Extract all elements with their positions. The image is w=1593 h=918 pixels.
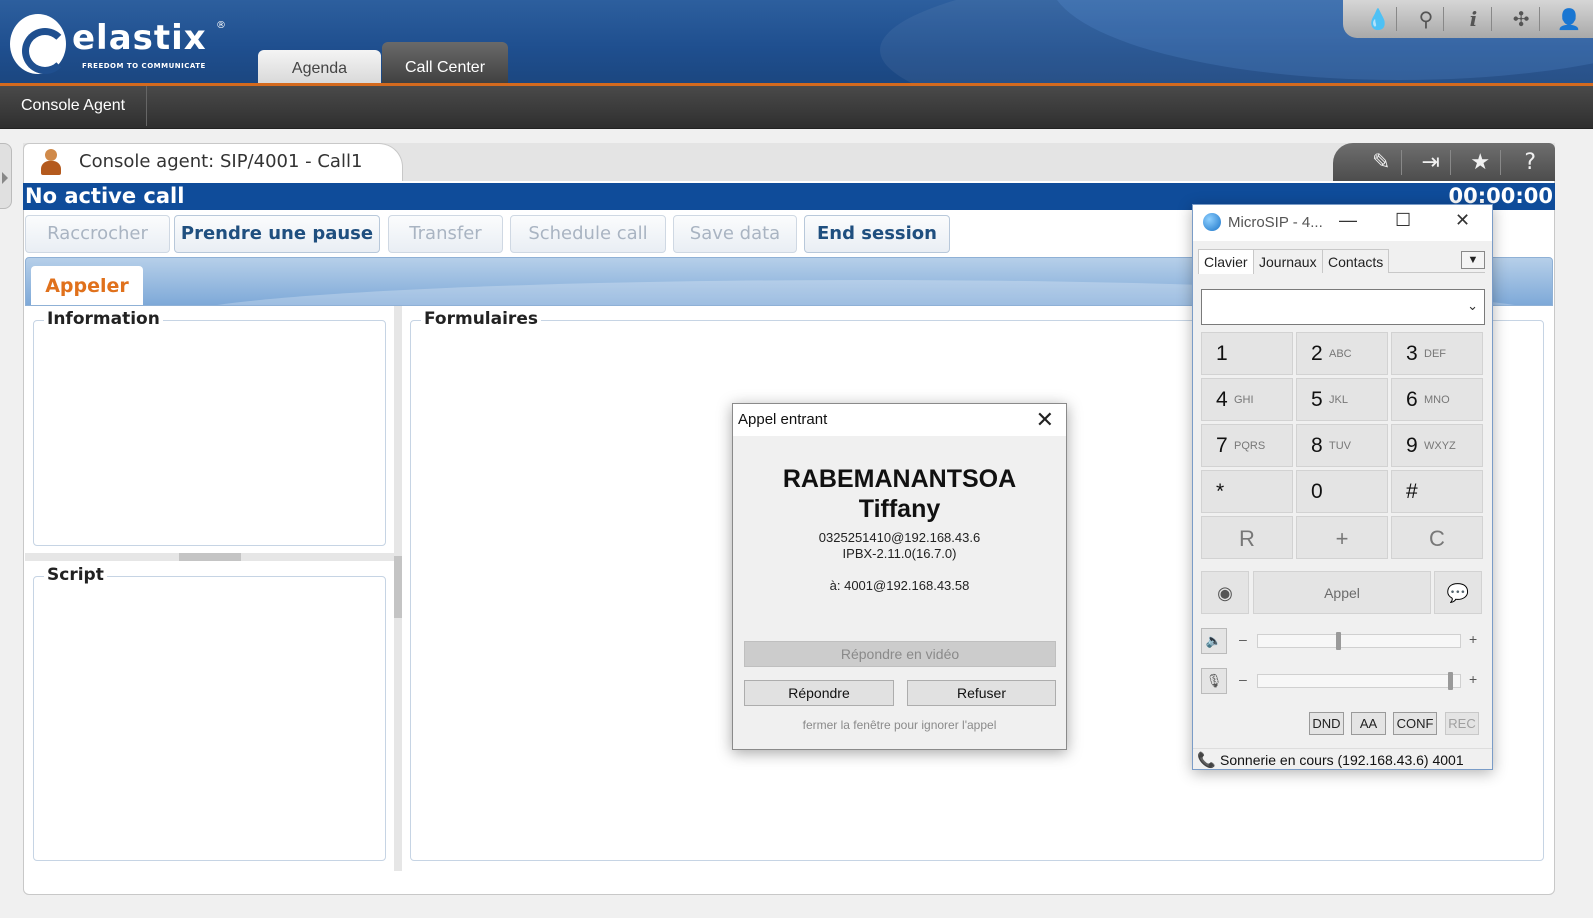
transfer-button[interactable]: Transfer [388, 215, 503, 253]
key-7[interactable]: 7 PQRS [1201, 424, 1293, 467]
elastix-logo[interactable]: elastix ® FREEDOM TO COMMUNICATE [10, 14, 230, 78]
sub-navigation: Console Agent [0, 86, 1593, 129]
key-5[interactable]: 5 JKL [1296, 378, 1388, 421]
answer-button[interactable]: Répondre [744, 680, 894, 706]
take-break-button[interactable]: Prendre une pause [174, 215, 380, 253]
horizontal-splitter[interactable] [25, 553, 399, 561]
menu-dropdown-icon[interactable]: ▼ [1461, 251, 1485, 269]
mic-volume-row: 🎙 – + [1201, 668, 1485, 694]
module-title: Console agent: SIP/4001 - Call1 [79, 151, 363, 172]
star-icon[interactable]: ★ [1461, 149, 1501, 175]
script-panel: Script [33, 565, 386, 861]
hangup-button[interactable]: Raccrocher [25, 215, 170, 253]
module-toolbar: ✎ ⇥ ★ ? [1333, 143, 1555, 181]
microsip-title: MicroSIP - 4... [1228, 214, 1323, 231]
answer-video-button[interactable]: Répondre en vidéo [744, 641, 1056, 667]
key-clear[interactable]: C [1391, 516, 1483, 559]
message-icon[interactable]: 💬 [1434, 571, 1482, 614]
call-status-text: No active call [25, 184, 185, 208]
key-6[interactable]: 6 MNO [1391, 378, 1483, 421]
drop-icon[interactable]: 💧 [1361, 7, 1397, 31]
caller-user-agent: IPBX-2.11.0(16.7.0) [842, 546, 957, 561]
key-1[interactable]: 1 [1201, 332, 1293, 375]
key-redial[interactable]: R [1201, 516, 1293, 559]
save-data-button[interactable]: Save data [673, 215, 797, 253]
video-call-icon[interactable]: ◉ [1201, 571, 1249, 614]
key-hash[interactable]: # [1391, 470, 1483, 513]
minimize-icon[interactable]: — [1339, 210, 1357, 231]
speaker-volume-thumb[interactable] [1336, 632, 1341, 650]
microsip-window: MicroSIP - 4... — ☐ ✕ Clavier Journaux C… [1192, 204, 1493, 770]
tab-agenda[interactable]: Agenda [258, 50, 381, 86]
microsip-tabs: Clavier Journaux Contacts [1198, 249, 1485, 274]
ringing-phone-icon: 📞 [1197, 752, 1216, 769]
logout-icon[interactable]: ⇥ [1411, 149, 1452, 175]
close-icon[interactable]: ✕ [1036, 407, 1054, 433]
key-star[interactable]: * [1201, 470, 1293, 513]
dnd-button[interactable]: DND [1309, 712, 1344, 735]
dismiss-hint: fermer la fenêtre pour ignorer l'appel [802, 718, 997, 732]
call-button[interactable]: Appel [1253, 571, 1431, 614]
speaker-volume-slider[interactable] [1257, 632, 1461, 650]
caller-uri: 0325251410@192.168.43.6 [818, 530, 981, 545]
dial-number-input[interactable]: ⌄ [1201, 289, 1485, 325]
mic-volume-slider[interactable] [1257, 672, 1461, 690]
microphone-icon[interactable]: 🎙 [1201, 668, 1227, 694]
dialog-title: Appel entrant [738, 411, 828, 428]
maximize-icon[interactable]: ☐ [1395, 210, 1411, 231]
formulaires-legend: Formulaires [421, 309, 541, 329]
key-9[interactable]: 9 WXYZ [1391, 424, 1483, 467]
tab-journaux[interactable]: Journaux [1253, 249, 1323, 273]
module-title-tab: Console agent: SIP/4001 - Call1 [23, 143, 403, 181]
edit-icon[interactable]: ✎ [1362, 149, 1402, 175]
help-icon[interactable]: ? [1510, 150, 1550, 175]
puzzle-icon[interactable]: ✣ [1504, 7, 1540, 31]
tab-contacts[interactable]: Contacts [1322, 249, 1390, 273]
agent-icon [40, 149, 62, 175]
conference-button[interactable]: CONF [1393, 712, 1437, 735]
user-icon[interactable]: 👤 [1551, 7, 1587, 31]
key-3[interactable]: 3 DEF [1391, 332, 1483, 375]
incoming-call-dialog: Appel entrant ✕ RABEMANANTSOA Tiffany 03… [732, 403, 1067, 750]
caller-name: RABEMANANTSOA Tiffany [782, 465, 1017, 523]
information-panel: Information [33, 309, 386, 546]
app-header: elastix ® FREEDOM TO COMMUNICATE Agenda … [0, 0, 1593, 86]
tab-clavier[interactable]: Clavier [1198, 249, 1254, 274]
record-button[interactable]: REC [1445, 712, 1479, 735]
microsip-status-bar: 📞 Sonnerie en cours (192.168.43.6) 4001 [1193, 748, 1492, 770]
information-legend: Information [44, 309, 163, 329]
logo-text: elastix [72, 18, 207, 58]
elastix-logo-mark [10, 14, 68, 74]
schedule-call-button[interactable]: Schedule call [510, 215, 666, 253]
key-0[interactable]: 0 [1296, 470, 1388, 513]
chevron-down-icon[interactable]: ⌄ [1467, 298, 1478, 314]
auto-answer-button[interactable]: AA [1351, 712, 1386, 735]
microsip-status-text: Sonnerie en cours (192.168.43.6) 4001 [1220, 752, 1464, 768]
vertical-splitter[interactable] [394, 306, 402, 871]
close-icon[interactable]: ✕ [1455, 210, 1470, 231]
header-toolbar: 💧 ⚲ i ✣ 👤 [1343, 0, 1593, 38]
tab-call-center[interactable]: Call Center [382, 42, 508, 86]
sidebar-toggle-handle[interactable] [0, 143, 12, 209]
key-8[interactable]: 8 TUV [1296, 424, 1388, 467]
key-4[interactable]: 4 GHI [1201, 378, 1293, 421]
key-2[interactable]: 2 ABC [1296, 332, 1388, 375]
dial-keypad: 1 2 ABC 3 DEF 4 GHI 5 JKL 6 MNO 7 PQRS 8 TUV 9W… [1201, 332, 1485, 559]
mic-volume-thumb[interactable] [1448, 672, 1453, 690]
subnav-item-console-agent[interactable]: Console Agent [0, 86, 148, 126]
logo-tagline: FREEDOM TO COMMUNICATE [82, 62, 206, 70]
reject-button[interactable]: Refuser [907, 680, 1056, 706]
speaker-volume-row: 🔈 – + [1201, 628, 1485, 654]
call-destination: à: 4001@192.168.43.58 [829, 578, 970, 593]
search-icon[interactable]: ⚲ [1408, 7, 1445, 31]
script-legend: Script [44, 565, 107, 585]
speaker-icon[interactable]: 🔈 [1201, 628, 1227, 654]
microsip-logo-icon [1203, 213, 1221, 231]
key-plus[interactable]: + [1296, 516, 1388, 559]
end-session-button[interactable]: End session [804, 215, 950, 253]
tab-appeler[interactable]: Appeler [31, 266, 143, 305]
info-icon[interactable]: i [1456, 7, 1492, 31]
